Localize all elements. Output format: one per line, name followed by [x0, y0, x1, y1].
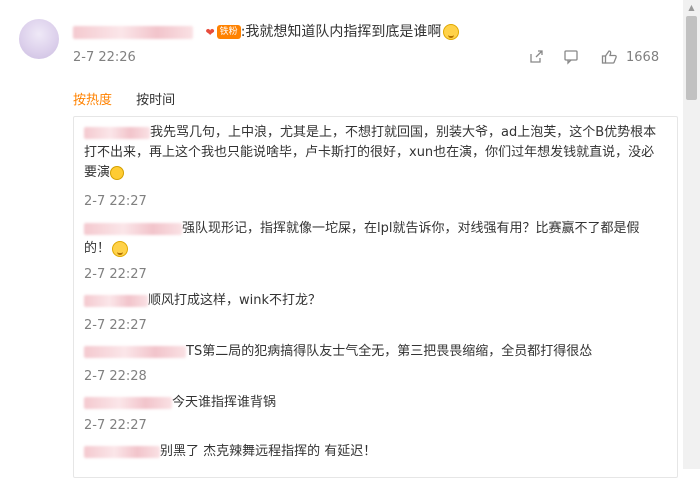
reply-text: 别黑了 杰克辣舞远程指挥的 有延迟！	[160, 444, 377, 459]
sweat-emoji-icon	[443, 24, 460, 40]
comment-icon[interactable]	[563, 49, 579, 69]
username-blurred[interactable]	[84, 396, 172, 409]
emoji-icon	[110, 165, 125, 180]
list-item: 强队现形记，指挥就像一坨屎，在lpl就告诉你，对线强有用？比赛赢不了都是假的！	[84, 219, 664, 259]
reply-time: 2-7 22:27	[84, 418, 147, 433]
thumbs-up-icon[interactable]	[601, 49, 618, 69]
tab-by-popularity[interactable]: 按热度	[73, 89, 112, 108]
like-count: 1668	[626, 50, 660, 65]
comment-header: ❤ 铁粉:我就想知道队内指挥到底是谁啊	[73, 21, 460, 41]
tab-by-time[interactable]: 按时间	[136, 89, 175, 108]
username-blurred[interactable]	[84, 345, 186, 358]
reply-text: 顺风打成这样，wink不打龙？	[148, 293, 322, 308]
list-item: 今天谁指挥谁背锅	[84, 393, 664, 413]
username-blurred[interactable]	[84, 126, 150, 139]
list-item: 我先骂几句，上中浪，尤其是上，不想打就回国，别装大爷，ad上泡芙，这个B优势根本…	[84, 123, 664, 183]
reply-time: 2-7 22:28	[84, 369, 147, 384]
reply-time: 2-7 22:27	[84, 194, 147, 209]
list-item: 别黑了 杰克辣舞远程指挥的 有延迟！	[84, 442, 664, 462]
reply-text: TS第二局的犯病搞得队友士气全无，第三把畏畏缩缩，全员都打得很怂	[186, 344, 593, 359]
smile-emoji-icon	[112, 240, 129, 257]
reply-text: 我先骂几句，上中浪，尤其是上，不想打就回国，别装大爷，ad上泡芙，这个B优势根本…	[84, 125, 657, 180]
list-item: 顺风打成这样，wink不打龙？	[84, 291, 664, 311]
list-item: TS第二局的犯病搞得队友士气全无，第三把畏畏缩缩，全员都打得很怂	[84, 342, 664, 362]
scrollbar-thumb[interactable]	[686, 16, 697, 100]
username-blurred[interactable]	[84, 222, 182, 235]
reply-time: 2-7 22:27	[84, 267, 147, 282]
reply-time: 2-7 22:27	[84, 318, 147, 333]
scroll-up-icon[interactable]: ▲	[686, 3, 697, 12]
share-icon[interactable]	[528, 49, 544, 69]
sort-tabs: 按热度 按时间	[73, 89, 195, 108]
avatar[interactable]	[19, 19, 59, 59]
heart-icon: ❤	[205, 25, 215, 39]
username-blurred[interactable]	[73, 25, 193, 39]
comment-time: 2-7 22:26	[73, 50, 136, 65]
comment-text: :我就想知道队内指挥到底是谁啊	[240, 24, 442, 40]
username-blurred[interactable]	[84, 294, 148, 307]
username-blurred[interactable]	[84, 445, 160, 458]
fan-badge: 铁粉	[216, 25, 241, 39]
reply-text: 今天谁指挥谁背锅	[172, 395, 277, 410]
